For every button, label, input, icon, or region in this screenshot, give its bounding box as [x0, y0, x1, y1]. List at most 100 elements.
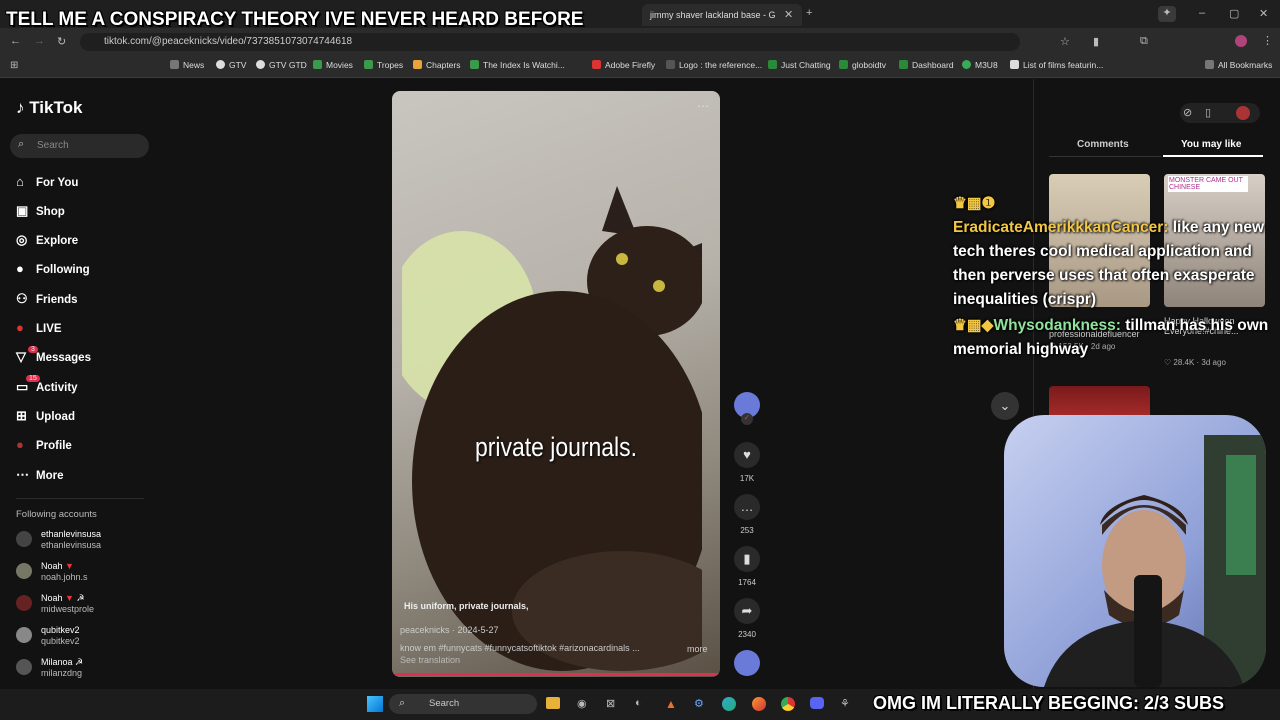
- tab-you-may-like[interactable]: You may like: [1181, 139, 1241, 150]
- bookmark-m3u8[interactable]: M3U8: [962, 60, 998, 70]
- bookmark-gtv-gtd[interactable]: GTV GTD: [256, 60, 307, 70]
- bookmark-adobe-firefly[interactable]: Adobe Firefly: [592, 60, 655, 70]
- device-icon[interactable]: ▯: [1205, 106, 1211, 119]
- comment-button[interactable]: … 253: [733, 494, 761, 535]
- bookmark-tropes[interactable]: Tropes: [364, 60, 403, 70]
- following-account[interactable]: ethanlevinsusa ethanlevinsusa: [16, 529, 146, 559]
- windows-start-icon[interactable]: [367, 696, 383, 712]
- reload-icon[interactable]: ↻: [57, 35, 66, 48]
- new-tab-icon[interactable]: +: [806, 7, 812, 19]
- search-icon: ⌕: [399, 697, 406, 709]
- bookmark-star-icon[interactable]: ☆: [1060, 35, 1070, 48]
- bookmark-gtv[interactable]: GTV: [216, 60, 246, 70]
- nav-for-you[interactable]: ⌂ For You: [16, 174, 78, 194]
- music-disc[interactable]: [733, 650, 761, 676]
- menu-icon[interactable]: ⋮: [1262, 34, 1273, 47]
- progress-bar[interactable]: [392, 673, 720, 676]
- firefox-icon[interactable]: [752, 697, 766, 711]
- more-link[interactable]: more: [687, 644, 708, 654]
- taskbar-search[interactable]: ⌕ Search: [389, 694, 537, 714]
- nav-more[interactable]: ⋯ More: [16, 467, 63, 487]
- following-account[interactable]: Noah ▼ ☭ midwestprole: [16, 593, 146, 623]
- like-button[interactable]: ♥ 17K: [733, 442, 761, 483]
- badge-icons: ♛▦❶: [953, 195, 996, 212]
- avatar: [16, 627, 32, 643]
- browser-tab-active[interactable]: jimmy shaver lackland base - G: [642, 4, 802, 26]
- all-bookmarks[interactable]: All Bookmarks: [1205, 60, 1272, 70]
- extension-icon[interactable]: ▮: [1093, 35, 1099, 48]
- back-icon[interactable]: ←: [10, 35, 21, 47]
- avatar: [16, 563, 32, 579]
- follow-icon[interactable]: ✓: [741, 413, 753, 425]
- settings-icon[interactable]: ⊘: [1183, 106, 1192, 119]
- heart-icon: ♥: [734, 442, 760, 468]
- app-icon[interactable]: ⚘: [840, 697, 850, 710]
- bookmark-index[interactable]: The Index Is Watchi...: [470, 60, 565, 70]
- nav-activity[interactable]: ▭ Activity: [16, 379, 78, 399]
- nav-messages[interactable]: ▽ Messages: [16, 349, 91, 369]
- obs-icon[interactable]: ◐: [635, 697, 642, 709]
- bookmark-dashboard[interactable]: Dashboard: [899, 60, 954, 70]
- bookmark-chapters[interactable]: Chapters: [413, 60, 461, 70]
- app-icon[interactable]: ⊠: [606, 697, 615, 710]
- following-account[interactable]: Milanoa ☭ milanzdng: [16, 657, 146, 687]
- chat-message: ♛▦◆Whysodankness: tillman has his own me…: [953, 314, 1273, 362]
- close-tab-icon[interactable]: ✕: [784, 8, 793, 21]
- bookmark-movies[interactable]: Movies: [313, 60, 353, 70]
- creator-avatar[interactable]: ✓: [733, 392, 761, 425]
- apps-icon[interactable]: ⊞: [10, 60, 18, 71]
- copilot-icon[interactable]: ✦: [1158, 6, 1176, 22]
- save-button[interactable]: ▮ 1764: [733, 546, 761, 587]
- activity-badge: 15: [26, 375, 40, 382]
- bookmark-list-of-films[interactable]: List of films featurin...: [1010, 60, 1103, 70]
- puzzle-icon[interactable]: ⧉: [1140, 35, 1148, 48]
- see-translation-link[interactable]: See translation: [400, 655, 460, 665]
- bookmark-logo-reference[interactable]: Logo : the reference...: [666, 60, 762, 70]
- edge-icon[interactable]: [722, 697, 736, 711]
- nav-profile[interactable]: ● Profile: [16, 437, 72, 457]
- tiktok-logo[interactable]: ♪ TikTok: [16, 98, 82, 118]
- avatar: [16, 659, 32, 675]
- bookmark-news[interactable]: News: [170, 60, 204, 70]
- video-author[interactable]: peaceknicks · 2024-5-27: [400, 625, 499, 635]
- compass-icon: ◎: [16, 232, 28, 247]
- maximize-icon[interactable]: ▢: [1229, 7, 1239, 20]
- close-window-icon[interactable]: ✕: [1259, 7, 1268, 20]
- chat-message: ♛▦❶ EradicateAmerikkkanCancer: like any n…: [953, 192, 1273, 312]
- nav-following[interactable]: ● Following: [16, 261, 90, 281]
- vlc-icon[interactable]: ▲: [665, 697, 677, 711]
- forward-icon[interactable]: →: [34, 35, 45, 47]
- nav-friends[interactable]: ⚇ Friends: [16, 291, 78, 311]
- shop-icon: ▣: [16, 203, 29, 218]
- following-account[interactable]: qubitkev2 qubitkev2: [16, 625, 146, 655]
- chat-overlay: ♛▦❶ EradicateAmerikkkanCancer: like any n…: [953, 192, 1273, 362]
- nav-upload[interactable]: ⊞ Upload: [16, 408, 75, 428]
- minimize-icon[interactable]: –: [1199, 7, 1205, 19]
- nav-shop[interactable]: ▣ Shop: [16, 203, 65, 223]
- messages-badge: 3: [28, 346, 38, 353]
- url-field[interactable]: tiktok.com/@peaceknicks/video/7373851073…: [80, 33, 1020, 51]
- cat-image: [402, 186, 702, 671]
- bookmark-just-chatting[interactable]: Just Chatting: [768, 60, 831, 70]
- chat-username: Whysodankness:: [993, 317, 1121, 334]
- following-account[interactable]: Noah ▼ noah.john.s: [16, 561, 146, 591]
- tab-comments[interactable]: Comments: [1077, 139, 1129, 150]
- profile-avatar-icon: ●: [16, 437, 24, 452]
- nav-live[interactable]: ● LIVE: [16, 320, 62, 340]
- profile-avatar[interactable]: [1235, 35, 1247, 47]
- nav-explore[interactable]: ◎ Explore: [16, 232, 78, 252]
- subs-goal-banner: OMG IM LITERALLY BEGGING: 2/3 SUBS: [873, 693, 1225, 713]
- user-avatar[interactable]: [1236, 106, 1250, 120]
- chrome-icon[interactable]: [781, 697, 795, 711]
- chevron-down-icon[interactable]: ⌄: [991, 392, 1019, 420]
- video-player[interactable]: ⋯ His uniform, private journals, peacekn…: [392, 91, 720, 677]
- discord-icon[interactable]: [810, 697, 824, 709]
- app-icon[interactable]: ◉: [577, 697, 587, 710]
- app-icon[interactable]: ⚙: [694, 697, 704, 710]
- video-options-icon[interactable]: ⋯: [697, 99, 709, 113]
- video-caption-overlay: private journals.: [474, 432, 638, 462]
- share-button[interactable]: ➦ 2340: [733, 598, 761, 639]
- file-explorer-icon[interactable]: [546, 697, 560, 709]
- search-input[interactable]: ⌕ Search: [10, 134, 149, 158]
- bookmark-globoidtv[interactable]: globoidtv: [839, 60, 886, 70]
